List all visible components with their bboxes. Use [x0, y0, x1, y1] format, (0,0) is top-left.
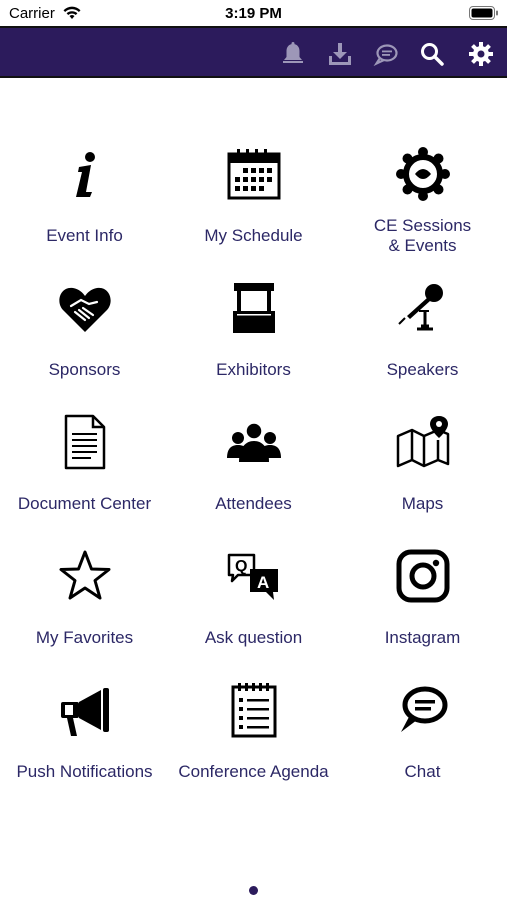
heart-handshake-icon	[55, 278, 115, 338]
tile-my-favorites[interactable]: My Favorites	[0, 542, 169, 676]
tile-ask-question[interactable]: Q A Ask question	[169, 542, 338, 676]
tile-label: My Schedule	[204, 226, 303, 245]
tile-label: Maps	[401, 494, 444, 513]
tile-label: My Favorites	[35, 628, 134, 647]
tile-label: Attendees	[215, 494, 292, 513]
star-icon	[55, 546, 115, 606]
calendar-icon	[224, 144, 284, 204]
chat-bubble-icon[interactable]	[372, 40, 400, 68]
svg-text:A: A	[257, 573, 269, 592]
top-toolbar	[0, 26, 507, 78]
tile-ce-sessions[interactable]: CE Sessions & Events	[338, 140, 507, 274]
tile-event-info[interactable]: Event Info	[0, 140, 169, 274]
map-icon	[393, 412, 453, 472]
tile-maps[interactable]: Maps	[338, 408, 507, 542]
gear-people-icon	[393, 144, 453, 204]
megaphone-icon	[55, 680, 115, 740]
search-icon[interactable]	[418, 40, 446, 68]
battery-icon	[469, 6, 498, 20]
tile-label: Push Notifications	[16, 762, 153, 781]
page-indicator-dot[interactable]	[249, 886, 258, 895]
tile-label: Instagram	[384, 628, 461, 647]
status-bar: Carrier 3:19 PM	[0, 0, 507, 26]
people-icon	[224, 412, 284, 472]
instagram-icon	[393, 546, 453, 606]
tile-chat[interactable]: Chat	[338, 676, 507, 810]
tile-label: Sponsors	[48, 360, 121, 379]
tile-label: Conference Agenda	[178, 762, 329, 781]
tile-speakers[interactable]: Speakers	[338, 274, 507, 408]
bell-icon[interactable]	[279, 40, 307, 68]
tile-label: Exhibitors	[216, 360, 291, 379]
tile-label: CE Sessions & Events	[373, 216, 472, 255]
agenda-icon	[224, 680, 284, 740]
document-icon	[55, 412, 115, 472]
info-icon	[55, 144, 115, 204]
tile-label: Ask question	[204, 628, 303, 647]
tile-my-schedule[interactable]: My Schedule	[169, 140, 338, 274]
svg-text:Q: Q	[235, 558, 247, 575]
tile-sponsors[interactable]: Sponsors	[0, 274, 169, 408]
tile-attendees[interactable]: Attendees	[169, 408, 338, 542]
gear-icon[interactable]	[467, 40, 495, 68]
booth-icon	[224, 278, 284, 338]
tile-label: Chat	[404, 762, 441, 781]
clock: 3:19 PM	[225, 5, 282, 22]
qa-icon: Q A	[224, 546, 284, 606]
tile-label: Document Center	[17, 494, 152, 513]
microphone-icon	[393, 278, 453, 338]
tile-label: Event Info	[46, 226, 123, 245]
tile-instagram[interactable]: Instagram	[338, 542, 507, 676]
download-icon[interactable]	[326, 40, 354, 68]
tile-conference-agenda[interactable]: Conference Agenda	[169, 676, 338, 810]
chat-icon	[393, 680, 453, 740]
tile-label: Speakers	[386, 360, 459, 379]
tile-push-notifications[interactable]: Push Notifications	[0, 676, 169, 810]
tile-exhibitors[interactable]: Exhibitors	[169, 274, 338, 408]
tile-document-center[interactable]: Document Center	[0, 408, 169, 542]
